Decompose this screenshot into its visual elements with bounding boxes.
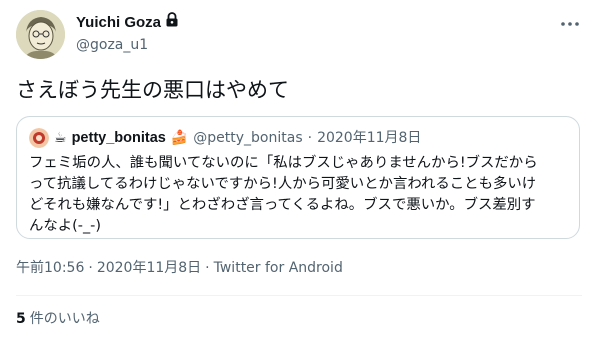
tweet-meta: 午前10:56 · 2020年11月8日 · Twitter for Andro…	[16, 258, 343, 278]
coffee-emoji-icon: ☕	[54, 130, 67, 146]
likes-count: 5	[16, 311, 26, 327]
author-name-text: Yuichi Goza	[76, 13, 162, 31]
likes-label: 件のいいね	[29, 311, 100, 327]
quoted-handle[interactable]: @petty_bonitas	[193, 129, 302, 147]
tweet-text: さえぼう先生の悪口はやめて	[16, 78, 289, 102]
avatar-illustration	[16, 10, 65, 59]
divider	[16, 295, 582, 296]
quoted-display-name[interactable]: petty_bonitas	[72, 129, 166, 147]
quoted-text-line: って抗議してるわけじゃないですから!人から可愛いとか言われることも多いけ	[29, 176, 537, 192]
author-display-name[interactable]: Yuichi Goza	[76, 12, 179, 33]
author-avatar[interactable]	[16, 10, 65, 59]
quoted-text-line: んなよ(-_-)	[29, 218, 101, 234]
quoted-text-line: フェミ垢の人、誰も聞いてないのに「私はブスじゃありませんから!ブスだから	[29, 155, 538, 171]
likes-count-link[interactable]: 5 件のいいね	[16, 309, 100, 329]
quoted-tweet[interactable]: ☕ petty_bonitas 🍰 @petty_bonitas · 2020年…	[16, 116, 580, 239]
tweet-source[interactable]: Twitter for Android	[214, 258, 343, 278]
quoted-separator: ·	[307, 130, 313, 146]
tweet-date[interactable]: 2020年11月8日	[97, 258, 201, 278]
quoted-author-avatar[interactable]	[29, 128, 49, 148]
meta-separator: ·	[88, 260, 93, 276]
quoted-text-line: どそれも嫌なんです!」とわざわざ言ってくるよね。ブスで悪いか。ブス差別す	[29, 197, 536, 213]
tweet-time[interactable]: 午前10:56	[16, 258, 84, 278]
lock-icon	[165, 12, 179, 33]
meta-separator: ·	[205, 260, 210, 276]
cake-emoji-icon: 🍰	[170, 130, 189, 146]
quoted-tweet-header: ☕ petty_bonitas 🍰 @petty_bonitas · 2020年…	[29, 128, 421, 148]
more-options-icon[interactable]	[558, 12, 582, 36]
tweet-author: Yuichi Goza @goza_u1	[76, 12, 179, 55]
author-handle[interactable]: @goza_u1	[76, 35, 179, 55]
quoted-date[interactable]: 2020年11月8日	[317, 129, 421, 147]
quoted-tweet-text: フェミ垢の人、誰も聞いてないのに「私はブスじゃありませんから!ブスだから って抗…	[29, 153, 569, 237]
